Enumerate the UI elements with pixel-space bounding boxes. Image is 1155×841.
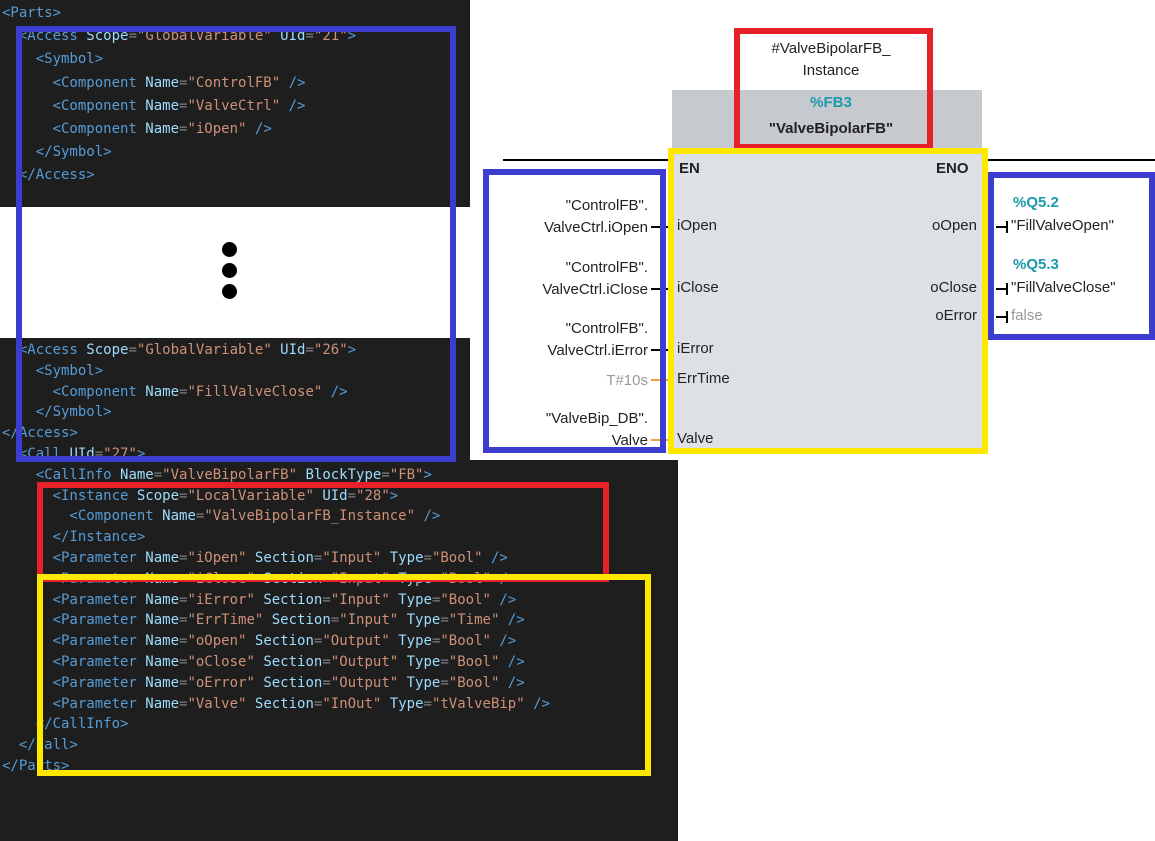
highlight-yellow-fb-pins [668, 148, 988, 454]
code-token: Name [120, 466, 154, 483]
highlight-blue-inputs [483, 169, 666, 453]
code-line: <Parts> [2, 3, 61, 24]
highlight-yellow-parameters [37, 574, 651, 776]
code-token: BlockType [297, 466, 382, 483]
code-token: = [381, 466, 390, 483]
code-token: = [153, 466, 163, 483]
power-rail-right [985, 159, 1155, 161]
code-token: "ValveBipolarFB" [162, 466, 298, 483]
power-rail-left [503, 159, 673, 161]
code-token: > [423, 466, 432, 483]
highlight-blue-outputs [988, 172, 1155, 340]
highlight-red-instance-header [734, 28, 933, 150]
highlight-red-callinfo [37, 482, 609, 582]
code-token: "FB" [389, 466, 424, 483]
highlight-blue-access-block [16, 26, 456, 462]
code-token: <Parts> [2, 5, 62, 21]
code-token: <CallInfo [2, 466, 121, 483]
